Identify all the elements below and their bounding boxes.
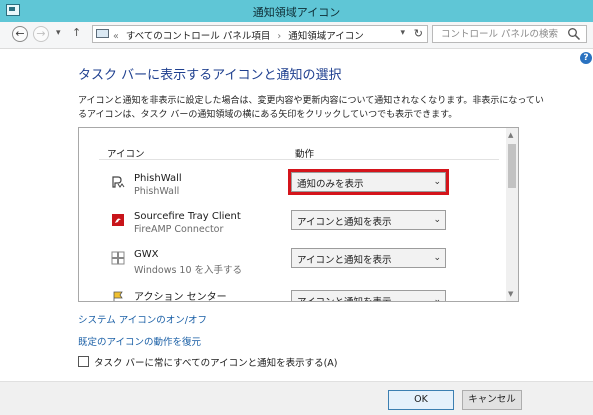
- behavior-select[interactable]: アイコンと通知を表示 ⌄: [291, 248, 446, 268]
- breadcrumb-item-current[interactable]: 通知領域アイコン: [288, 31, 364, 42]
- recent-locations-button[interactable]: ▾: [56, 28, 61, 38]
- list-item: GWX Windows 10 を入手する アイコンと通知を表示 ⌄: [79, 248, 507, 287]
- breadcrumb-separator-icon: ›: [277, 31, 282, 42]
- window-title: 通知領域アイコン: [252, 6, 341, 19]
- search-icon[interactable]: [567, 27, 581, 41]
- app-name: GWX: [134, 249, 159, 260]
- column-header-behavior: 動作: [295, 149, 315, 160]
- refresh-icon[interactable]: ↻: [414, 27, 423, 40]
- navigation-bar: ← → ▾ ↑ « すべてのコントロール パネル項目 › 通知領域アイコン ▾ …: [0, 22, 593, 49]
- windows-icon: [111, 251, 125, 265]
- behavior-value: アイコンと通知を表示: [297, 255, 392, 266]
- up-button[interactable]: ↑: [72, 26, 81, 39]
- behavior-value: アイコンと通知を表示: [297, 217, 392, 228]
- behavior-select[interactable]: アイコンと通知を表示 ⌄: [291, 210, 446, 230]
- app-name: PhishWall: [134, 173, 182, 184]
- header-divider: [99, 159, 499, 160]
- list-item: Sourcefire Tray Client FireAMP Connector…: [79, 210, 507, 249]
- scroll-thumb[interactable]: [508, 144, 516, 188]
- behavior-select[interactable]: アイコンと通知を表示 ⌄: [291, 290, 446, 302]
- list-item: アクション センター アイコンと通知を表示 ⌄: [79, 288, 507, 302]
- app-name: アクション センター: [134, 292, 227, 302]
- scroll-down-icon[interactable]: ▼: [508, 290, 513, 298]
- behavior-value: アイコンと通知を表示: [297, 294, 392, 301]
- forward-button[interactable]: →: [33, 26, 49, 42]
- system-icons-link[interactable]: システム アイコンのオン/オフ: [78, 312, 207, 326]
- restore-defaults-link[interactable]: 既定のアイコンの動作を復元: [78, 334, 201, 348]
- list-item: PhishWall PhishWall 通知のみを表示 ⌄: [79, 169, 507, 211]
- checkbox-box[interactable]: [78, 356, 89, 367]
- chevron-down-icon: ⌄: [433, 215, 441, 225]
- phishwall-icon: [112, 176, 125, 188]
- checkbox-label[interactable]: タスク バーに常にすべてのアイコンと通知を表示する(A): [94, 355, 338, 369]
- sourcefire-icon: [112, 214, 124, 226]
- vertical-scrollbar[interactable]: ▲ ▼: [506, 128, 518, 301]
- chevron-down-icon: ⌄: [433, 253, 441, 263]
- notification-icon-list[interactable]: アイコン 動作 PhishWall PhishWall 通知のみを表示 ⌄ So…: [78, 127, 519, 302]
- highlight-box: [288, 169, 449, 195]
- page-description: アイコンと通知を非表示に設定した場合は、変更内容や更新内容について通知されなくな…: [78, 96, 544, 120]
- back-button[interactable]: ←: [12, 26, 28, 42]
- address-bar[interactable]: « すべてのコントロール パネル項目 › 通知領域アイコン ▾ ↻: [92, 25, 428, 43]
- search-box[interactable]: [432, 25, 587, 43]
- title-bar: 通知領域アイコン: [0, 0, 593, 23]
- breadcrumb-item-all-items[interactable]: すべてのコントロール パネル項目: [126, 31, 270, 42]
- ok-button[interactable]: OK: [388, 390, 454, 410]
- search-input[interactable]: [433, 26, 571, 42]
- dialog-footer: OK キャンセル: [0, 381, 593, 415]
- breadcrumb: « すべてのコントロール パネル項目 › 通知領域アイコン: [113, 28, 368, 42]
- chevron-down-icon: ⌄: [433, 295, 441, 302]
- computer-icon: [96, 29, 109, 38]
- action-center-icon: [113, 291, 123, 301]
- app-publisher: Windows 10 を入手する: [134, 265, 243, 276]
- overflow-chevron[interactable]: «: [113, 31, 119, 42]
- app-publisher: PhishWall: [134, 186, 180, 197]
- column-header-icon: アイコン: [107, 149, 145, 160]
- help-icon[interactable]: ?: [580, 52, 592, 64]
- address-dropdown-icon[interactable]: ▾: [400, 28, 405, 38]
- scroll-up-icon[interactable]: ▲: [508, 131, 513, 139]
- app-publisher: FireAMP Connector: [134, 224, 224, 235]
- page-title: タスク バーに表示するアイコンと通知の選択: [78, 68, 342, 83]
- cancel-button[interactable]: キャンセル: [462, 390, 522, 410]
- app-name: Sourcefire Tray Client: [134, 211, 241, 222]
